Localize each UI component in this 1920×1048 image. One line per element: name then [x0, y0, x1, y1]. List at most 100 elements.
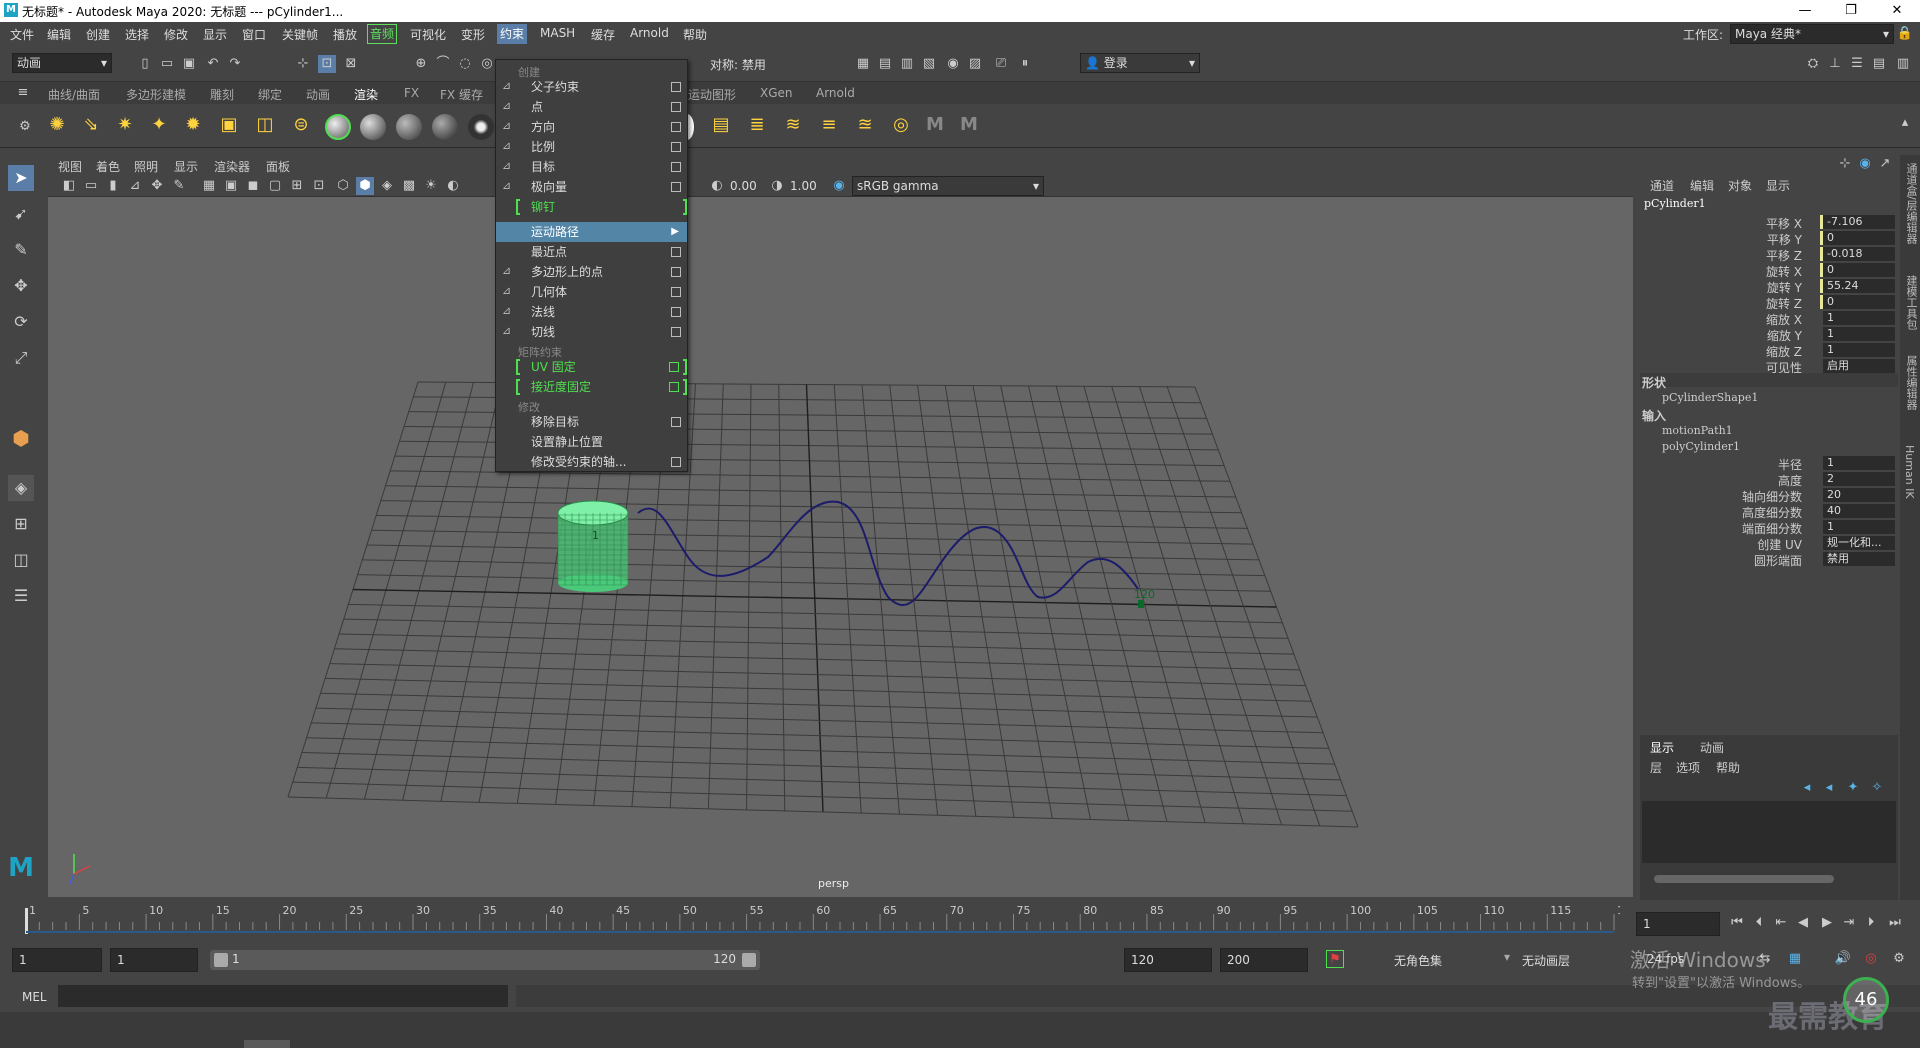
shadows-icon[interactable]: ◐: [444, 177, 462, 195]
two-pane-icon[interactable]: ◫: [8, 547, 34, 573]
play-forward-icon[interactable]: ▶: [1818, 914, 1836, 932]
attr-value[interactable]: 0: [1823, 263, 1895, 277]
side-tab-human-ik[interactable]: Human IK: [1903, 445, 1916, 499]
exposure-value[interactable]: 0.00: [730, 179, 757, 193]
colorspace-dropdown[interactable]: sRGB gamma ▾: [852, 176, 1044, 196]
gate-mask-icon[interactable]: ▢: [266, 177, 284, 195]
2d-pan-icon[interactable]: ✥: [148, 177, 166, 195]
menu-modify[interactable]: 修改: [164, 26, 188, 43]
poly-attr-value[interactable]: 2: [1823, 472, 1895, 486]
new-scene-icon[interactable]: ▯: [136, 55, 154, 73]
menu-item-parent[interactable]: ⊿ 父子约束: [496, 77, 687, 97]
menu-constrain[interactable]: 约束: [497, 24, 528, 44]
menu-key[interactable]: 关键帧: [282, 26, 318, 43]
menu-file[interactable]: 文件: [10, 26, 34, 43]
undo-icon[interactable]: ↶: [204, 55, 222, 73]
attr-value[interactable]: 1: [1823, 343, 1895, 357]
auto-key-icon[interactable]: ⚑: [1326, 950, 1344, 968]
attr-value[interactable]: 1: [1823, 327, 1895, 341]
bake-icon[interactable]: ≋: [784, 116, 802, 134]
sound-icon[interactable]: 🔊: [1834, 950, 1852, 968]
directional-light-icon[interactable]: ⇘: [82, 116, 100, 134]
paint-select-icon[interactable]: ✎: [8, 237, 34, 263]
attr-value[interactable]: 启用: [1823, 359, 1895, 373]
smooth-shade-icon[interactable]: ⬢: [356, 177, 374, 195]
image-plane-icon[interactable]: ⊿: [126, 177, 144, 195]
poly-attr-label[interactable]: 创建 UV: [1757, 536, 1802, 553]
shelf-tab-arnold[interactable]: Arnold: [816, 86, 855, 100]
attr-value[interactable]: 0: [1823, 231, 1895, 245]
layer-down-icon[interactable]: ◂: [1820, 779, 1838, 797]
arnold-render-icon[interactable]: ▨: [966, 55, 984, 73]
menu-audio[interactable]: 音频: [367, 24, 398, 44]
attr-label[interactable]: 旋转 Z: [1766, 295, 1802, 312]
layer-scrollbar[interactable]: [1654, 875, 1834, 883]
ipr-render-icon[interactable]: ▤: [876, 55, 894, 73]
poly-attr-value[interactable]: 1: [1823, 520, 1895, 534]
time-slider[interactable]: 1 5 10 15 20 25 30 35 40 45 50 55 60 65 70 75 80 85 90 95 10…: [0, 900, 1920, 940]
go-to-end-icon[interactable]: ⏭: [1886, 914, 1904, 932]
current-time-indicator[interactable]: [25, 908, 28, 934]
shelf-tab-rigging[interactable]: 绑定: [258, 86, 282, 103]
side-tab-channel-box[interactable]: 通道盒/层编辑器: [1903, 163, 1919, 244]
option-box[interactable]: [671, 457, 681, 467]
last-tool-icon[interactable]: ⬢: [8, 425, 34, 451]
menu-arnold[interactable]: Arnold: [630, 26, 669, 40]
shelf-tab-fx-cache[interactable]: FX 缓存: [440, 86, 483, 103]
option-box[interactable]: [671, 102, 681, 112]
cb-tab-edit[interactable]: 编辑: [1690, 177, 1714, 194]
resolution-gate-icon[interactable]: ◼: [244, 177, 262, 195]
minimize-button[interactable]: —: [1782, 0, 1828, 22]
go-to-start-icon[interactable]: ⏮: [1728, 914, 1746, 932]
open-scene-icon[interactable]: ▭: [158, 55, 176, 73]
poly-attr-value[interactable]: 1: [1823, 456, 1895, 470]
hypershade-icon[interactable]: ▧: [920, 55, 938, 73]
select-tool-icon[interactable]: ➤: [8, 165, 34, 191]
snap-curve-icon[interactable]: ⌒: [434, 55, 452, 73]
menu-select[interactable]: 选择: [125, 26, 149, 43]
blinn-material-icon[interactable]: [325, 114, 351, 140]
step-back-key-icon[interactable]: ⇤: [1772, 914, 1790, 932]
camera-icon[interactable]: ◫: [256, 116, 274, 134]
snap-grid-icon[interactable]: ⊕: [412, 55, 430, 73]
lights-icon[interactable]: ☀: [422, 177, 440, 195]
symmetry-label[interactable]: 对称: 禁用: [710, 56, 766, 73]
render-diagnostics-icon[interactable]: ≊: [856, 116, 874, 134]
gamma-icon[interactable]: ◑: [768, 177, 786, 195]
camera-aim-icon[interactable]: ⊜: [292, 116, 310, 134]
attr-value[interactable]: 1: [1823, 311, 1895, 325]
option-box[interactable]: [671, 142, 681, 152]
layer-menu-options[interactable]: 选项: [1676, 759, 1700, 776]
playback-end-field[interactable]: 120: [1124, 948, 1212, 972]
range-end-handle[interactable]: [742, 953, 756, 967]
menu-deform[interactable]: 变形: [461, 26, 485, 43]
attr-label[interactable]: 平移 Y: [1767, 231, 1802, 248]
gamma-value[interactable]: 1.00: [790, 179, 817, 193]
mel-input[interactable]: [58, 985, 508, 1007]
menu-item-geometry[interactable]: ⊿ 几何体: [496, 282, 687, 302]
menu-window[interactable]: 窗口: [242, 26, 266, 43]
menu-playback[interactable]: 播放: [333, 26, 357, 43]
mel-label[interactable]: MEL: [22, 990, 47, 1004]
layer-tab-anim[interactable]: 动画: [1700, 739, 1724, 756]
shelf-settings-icon[interactable]: ⚙: [16, 118, 34, 136]
menu-item-motion-path[interactable]: 运动路径 ▶: [496, 222, 687, 242]
exposure-icon[interactable]: ◐: [708, 177, 726, 195]
panel-layout-icon[interactable]: ▥: [1894, 55, 1912, 73]
textured-icon[interactable]: ▩: [400, 177, 418, 195]
viewport-menu-show[interactable]: 显示: [174, 158, 198, 175]
render-view-icon[interactable]: ◉: [944, 55, 962, 73]
record-icon[interactable]: ◎: [1862, 950, 1880, 968]
menu-set-dropdown[interactable]: 动画 ▾: [12, 53, 112, 73]
menu-item-pole-vector[interactable]: ⊿ 极向量: [496, 177, 687, 197]
menu-edit[interactable]: 编辑: [47, 26, 71, 43]
step-forward-icon[interactable]: ⏵: [1862, 914, 1880, 932]
outliner-icon[interactable]: ☰: [8, 583, 34, 609]
poly-attr-label[interactable]: 半径: [1778, 456, 1802, 473]
single-pane-icon[interactable]: ◈: [8, 475, 34, 501]
poly-attr-value[interactable]: 20: [1823, 488, 1895, 502]
step-forward-key-icon[interactable]: ⇥: [1840, 914, 1858, 932]
render-frame-icon[interactable]: ▦: [854, 55, 872, 73]
poly-attr-value[interactable]: 40: [1823, 504, 1895, 518]
mental-ray-icon[interactable]: M: [926, 116, 944, 134]
